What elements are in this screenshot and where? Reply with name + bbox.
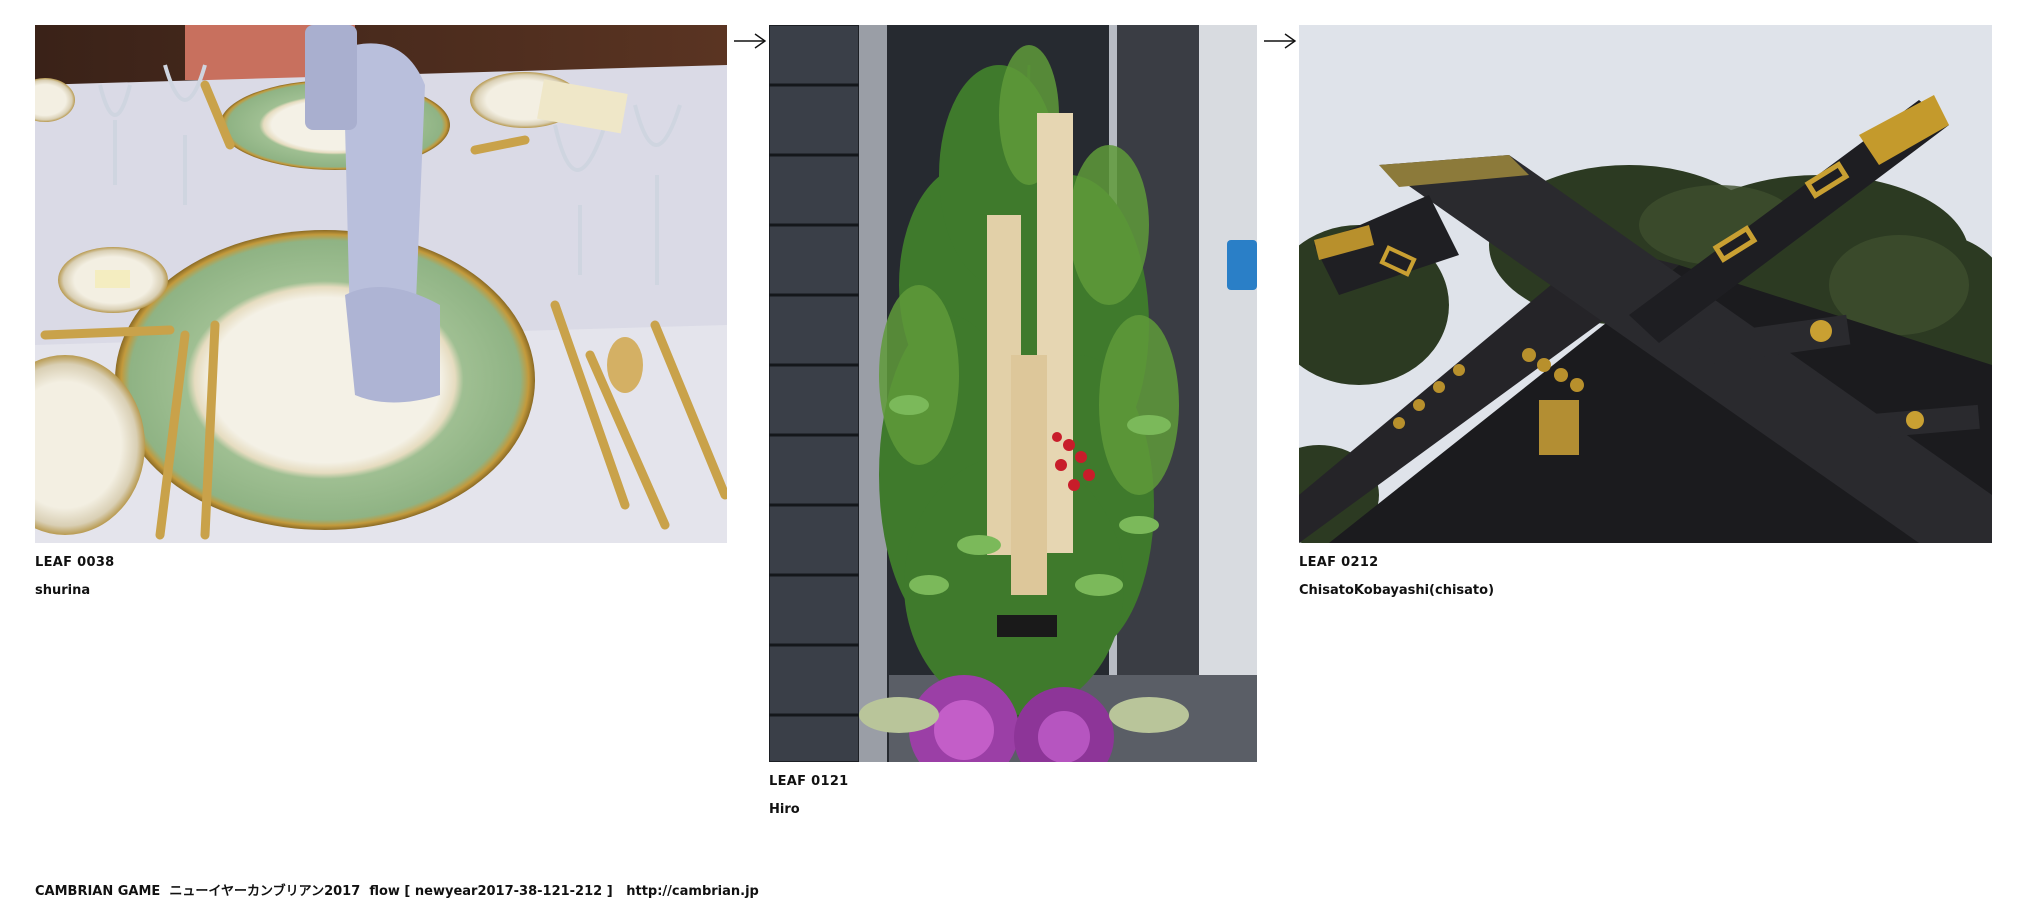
leaf-card-0212: LEAF 0212 ChisatoKobayashi(chisato)	[1299, 25, 1992, 599]
leaf-id[interactable]: LEAF 0038	[35, 555, 727, 571]
leaf-author[interactable]: Hiro	[769, 802, 1257, 818]
right-arrow-icon	[1264, 33, 1297, 49]
footer-site-link[interactable]: CAMBRIAN GAME	[35, 884, 160, 899]
footer-event-title: ニューイヤーカンブリアン2017	[169, 884, 361, 899]
leaf-card-0038: LEAF 0038 shurina	[35, 25, 727, 599]
leaf-photo-kadomatsu[interactable]	[769, 25, 1257, 762]
leaf-author[interactable]: shurina	[35, 583, 727, 599]
leaf-photo-table-setting[interactable]	[35, 25, 727, 543]
footer: CAMBRIAN GAME ニューイヤーカンブリアン2017 flow [ ne…	[35, 884, 759, 900]
leaf-id[interactable]: LEAF 0212	[1299, 555, 1992, 571]
flow-page: LEAF 0038 shurina LEAF 0121 Hiro LEAF 02…	[0, 0, 2027, 916]
right-arrow-icon	[734, 33, 767, 49]
footer-url-link[interactable]: http://cambrian.jp	[626, 884, 759, 899]
leaf-id[interactable]: LEAF 0121	[769, 774, 1257, 790]
leaf-photo-shrine-roof[interactable]	[1299, 25, 1992, 543]
footer-flow-id: flow [ newyear2017-38-121-212 ]	[369, 884, 613, 899]
leaf-author[interactable]: ChisatoKobayashi(chisato)	[1299, 583, 1992, 599]
leaf-card-0121: LEAF 0121 Hiro	[769, 25, 1257, 818]
